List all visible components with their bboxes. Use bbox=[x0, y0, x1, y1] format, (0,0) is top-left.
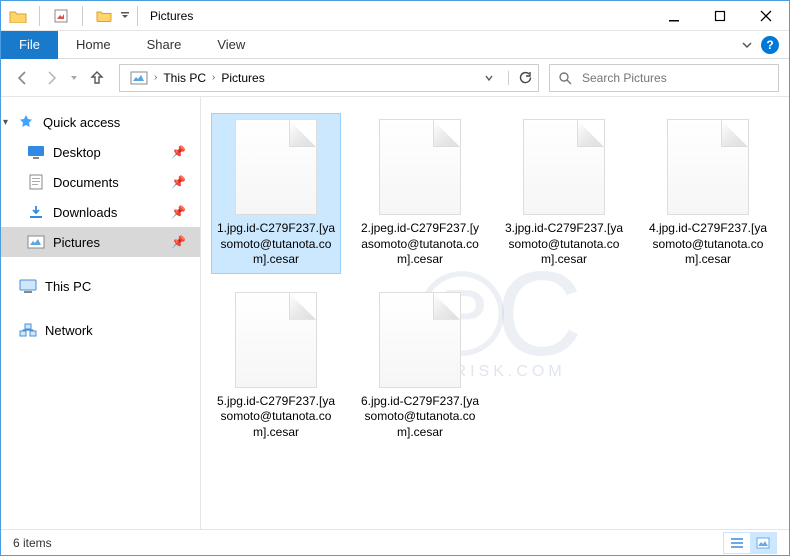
sidebar-label: Network bbox=[45, 323, 93, 338]
refresh-button[interactable] bbox=[508, 71, 532, 85]
file-tab[interactable]: File bbox=[1, 31, 58, 59]
file-name: 6.jpg.id-C279F237.[yasomoto@tutanota.com… bbox=[359, 394, 481, 441]
sidebar-item-this-pc[interactable]: This PC bbox=[1, 271, 200, 301]
sidebar-label: Desktop bbox=[53, 145, 101, 160]
file-name: 4.jpg.id-C279F237.[yasomoto@tutanota.com… bbox=[647, 221, 769, 268]
sidebar-label: Downloads bbox=[53, 205, 117, 220]
file-item[interactable]: 1.jpg.id-C279F237.[yasomoto@tutanota.com… bbox=[211, 113, 341, 274]
up-button[interactable] bbox=[85, 66, 109, 90]
explorer-window: Pictures File Home Share View ? bbox=[0, 0, 790, 556]
folder-icon bbox=[9, 7, 27, 25]
separator bbox=[137, 6, 138, 26]
chevron-right-icon[interactable]: › bbox=[210, 72, 217, 83]
properties-icon[interactable] bbox=[52, 7, 70, 25]
file-icon bbox=[235, 292, 317, 388]
address-bar[interactable]: › This PC › Pictures bbox=[119, 64, 539, 92]
close-button[interactable] bbox=[743, 1, 789, 31]
customize-qat-dropdown[interactable] bbox=[119, 7, 131, 25]
file-item[interactable]: 5.jpg.id-C279F237.[yasomoto@tutanota.com… bbox=[211, 286, 341, 447]
file-item[interactable]: 3.jpg.id-C279F237.[yasomoto@tutanota.com… bbox=[499, 113, 629, 274]
tab-home[interactable]: Home bbox=[58, 31, 129, 59]
forward-button[interactable] bbox=[39, 66, 63, 90]
network-icon bbox=[19, 321, 37, 339]
sidebar-item-pictures[interactable]: Pictures 📌 bbox=[1, 227, 200, 257]
file-name: 2.jpeg.id-C279F237.[yasomoto@tutanota.co… bbox=[359, 221, 481, 268]
breadcrumb-segment-this-pc[interactable]: This PC bbox=[159, 71, 210, 85]
file-view[interactable]: ℗C PCRISK.COM 1.jpg.id-C279F237.[yasomot… bbox=[201, 97, 789, 529]
chevron-down-icon[interactable]: ▾ bbox=[3, 117, 8, 128]
file-icon bbox=[379, 292, 461, 388]
sidebar-item-quick-access[interactable]: ▾ Quick access bbox=[1, 107, 200, 137]
sidebar-label: Documents bbox=[53, 175, 119, 190]
pin-icon: 📌 bbox=[171, 175, 186, 189]
this-pc-icon bbox=[19, 277, 37, 295]
search-box[interactable] bbox=[549, 64, 779, 92]
desktop-icon bbox=[27, 143, 45, 161]
navigation-bar: › This PC › Pictures bbox=[1, 59, 789, 97]
navigation-pane: ▾ Quick access Desktop 📌 Documents 📌 bbox=[1, 97, 201, 529]
pin-icon: 📌 bbox=[171, 205, 186, 219]
status-bar: 6 items bbox=[1, 529, 789, 555]
minimize-button[interactable] bbox=[651, 1, 697, 31]
sidebar-label: Pictures bbox=[53, 235, 100, 250]
expand-ribbon-icon[interactable] bbox=[741, 39, 753, 51]
file-item[interactable]: 6.jpg.id-C279F237.[yasomoto@tutanota.com… bbox=[355, 286, 485, 447]
details-view-button[interactable] bbox=[724, 533, 750, 553]
sidebar-label: This PC bbox=[45, 279, 91, 294]
maximize-button[interactable] bbox=[697, 1, 743, 31]
titlebar: Pictures bbox=[1, 1, 789, 31]
downloads-icon bbox=[27, 203, 45, 221]
recent-locations-dropdown[interactable] bbox=[67, 66, 81, 90]
search-icon bbox=[558, 71, 572, 85]
file-name: 1.jpg.id-C279F237.[yasomoto@tutanota.com… bbox=[215, 221, 337, 268]
view-mode-toggle bbox=[723, 532, 777, 554]
back-button[interactable] bbox=[11, 66, 35, 90]
address-dropdown-icon[interactable] bbox=[484, 73, 504, 83]
file-icon bbox=[235, 119, 317, 215]
quick-access-toolbar bbox=[1, 6, 131, 26]
item-count: 6 items bbox=[13, 536, 52, 550]
sidebar-item-desktop[interactable]: Desktop 📌 bbox=[1, 137, 200, 167]
sidebar-item-downloads[interactable]: Downloads 📌 bbox=[1, 197, 200, 227]
search-input[interactable] bbox=[582, 71, 770, 85]
window-controls bbox=[651, 1, 789, 31]
pin-icon: 📌 bbox=[171, 145, 186, 159]
help-button[interactable]: ? bbox=[761, 36, 779, 54]
separator bbox=[39, 6, 40, 26]
documents-icon bbox=[27, 173, 45, 191]
breadcrumb-icon[interactable] bbox=[126, 71, 152, 85]
file-icon bbox=[667, 119, 749, 215]
file-item[interactable]: 4.jpg.id-C279F237.[yasomoto@tutanota.com… bbox=[643, 113, 773, 274]
file-icon bbox=[379, 119, 461, 215]
window-title: Pictures bbox=[150, 9, 193, 23]
body: ▾ Quick access Desktop 📌 Documents 📌 bbox=[1, 97, 789, 529]
chevron-right-icon[interactable]: › bbox=[152, 72, 159, 83]
file-grid: 1.jpg.id-C279F237.[yasomoto@tutanota.com… bbox=[211, 113, 779, 447]
file-name: 5.jpg.id-C279F237.[yasomoto@tutanota.com… bbox=[215, 394, 337, 441]
file-icon bbox=[523, 119, 605, 215]
tab-view[interactable]: View bbox=[199, 31, 263, 59]
separator bbox=[82, 6, 83, 26]
folder-small-icon[interactable] bbox=[95, 7, 113, 25]
file-name: 3.jpg.id-C279F237.[yasomoto@tutanota.com… bbox=[503, 221, 625, 268]
file-item[interactable]: 2.jpeg.id-C279F237.[yasomoto@tutanota.co… bbox=[355, 113, 485, 274]
pictures-icon bbox=[27, 233, 45, 251]
sidebar-item-documents[interactable]: Documents 📌 bbox=[1, 167, 200, 197]
tab-share[interactable]: Share bbox=[129, 31, 200, 59]
icons-view-button[interactable] bbox=[750, 533, 776, 553]
pin-icon: 📌 bbox=[171, 235, 186, 249]
star-icon bbox=[17, 113, 35, 131]
sidebar-item-network[interactable]: Network bbox=[1, 315, 200, 345]
sidebar-label: Quick access bbox=[43, 115, 120, 130]
breadcrumb-segment-pictures[interactable]: Pictures bbox=[217, 71, 268, 85]
ribbon: File Home Share View ? bbox=[1, 31, 789, 59]
